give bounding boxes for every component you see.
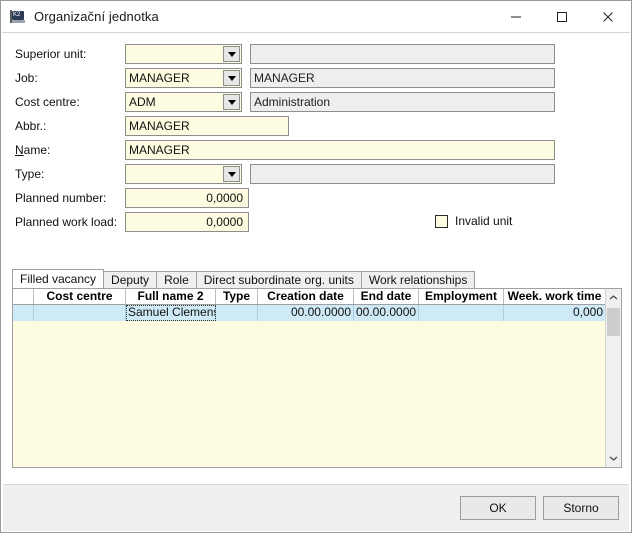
window-title: Organizační jednotka <box>34 9 159 24</box>
superior-unit-combo[interactable] <box>125 44 242 64</box>
label-planned-work-load: Planned work load: <box>15 215 118 229</box>
form-area: Superior unit: Job: MANAGER MANAGER Cost… <box>2 33 632 508</box>
table-row[interactable]: Samuel Clemens 00.00.0000 00.00.0000 0,0… <box>13 305 605 321</box>
abbr-input[interactable]: MANAGER <box>125 116 289 136</box>
label-type: Type: <box>15 167 45 181</box>
planned-number-input[interactable]: 0,0000 <box>125 188 249 208</box>
organizational-unit-window: Organizační jednotka Superior unit: <box>0 0 632 533</box>
window-controls <box>493 1 631 32</box>
chevron-down-icon[interactable] <box>223 70 240 86</box>
label-cost-centre: Cost centre: <box>15 95 80 109</box>
tab-deputy[interactable]: Deputy <box>103 271 158 288</box>
type-description <box>250 164 555 184</box>
tab-filled-vacancy[interactable]: Filled vacancy <box>12 269 105 288</box>
grid-cell-full-name[interactable]: Samuel Clemens <box>126 305 216 321</box>
label-superior-unit: Superior unit: <box>15 47 87 61</box>
grid-header-row: Cost centre Full name 2 Type Creation da… <box>13 289 605 305</box>
chevron-down-icon[interactable] <box>223 166 240 182</box>
grid-cell[interactable]: 00.00.0000 <box>258 305 354 321</box>
grid-header-cell[interactable]: Type <box>216 289 258 304</box>
chevron-up-icon[interactable] <box>606 289 621 306</box>
tab-bar: Filled vacancy Deputy Role Direct subord… <box>12 269 622 288</box>
name-input[interactable]: MANAGER <box>125 140 555 160</box>
filled-vacancy-grid[interactable]: Cost centre Full name 2 Type Creation da… <box>12 288 622 468</box>
k2-app-icon <box>10 9 26 25</box>
maximize-icon[interactable] <box>539 1 585 32</box>
grid-content: Cost centre Full name 2 Type Creation da… <box>13 289 605 467</box>
cost-centre-combo[interactable]: ADM <box>125 92 242 112</box>
dialog-footer: OK Storno <box>3 484 629 531</box>
label-abbr: Abbr.: <box>15 119 47 133</box>
cancel-button[interactable]: Storno <box>543 496 619 520</box>
grid-cell[interactable]: 0,000 <box>504 305 605 321</box>
job-combo[interactable]: MANAGER <box>125 68 242 88</box>
window-client-area: Superior unit: Job: MANAGER MANAGER Cost… <box>2 32 630 532</box>
type-combo[interactable] <box>125 164 242 184</box>
invalid-unit-label: Invalid unit <box>455 214 513 228</box>
label-planned-number: Planned number: <box>15 191 107 205</box>
close-icon[interactable] <box>585 1 631 32</box>
grid-cell[interactable]: 00.00.0000 <box>354 305 419 321</box>
chevron-down-icon[interactable] <box>223 94 240 110</box>
tab-direct-subordinate-org-units[interactable]: Direct subordinate org. units <box>195 271 362 288</box>
grid-cell[interactable] <box>34 305 126 321</box>
grid-header-cell[interactable]: Full name 2 <box>126 289 216 304</box>
job-description: MANAGER <box>250 68 555 88</box>
ok-button[interactable]: OK <box>460 496 536 520</box>
label-name: Name: <box>15 140 50 160</box>
grid-cell[interactable] <box>419 305 504 321</box>
invalid-unit-checkbox[interactable] <box>435 214 448 228</box>
grid-header-cell[interactable]: Employment <box>419 289 504 304</box>
job-value: MANAGER <box>129 71 190 85</box>
grid-vertical-scrollbar[interactable] <box>605 289 621 467</box>
name-label-accel: Name: <box>15 143 51 157</box>
tab-role[interactable]: Role <box>156 271 197 288</box>
grid-header-cell[interactable]: Week. work time <box>504 289 605 304</box>
tab-work-relationships[interactable]: Work relationships <box>360 271 476 288</box>
grid-header-cell[interactable]: Creation date <box>258 289 354 304</box>
grid-header-cell[interactable]: Cost centre <box>34 289 126 304</box>
grid-cell[interactable] <box>216 305 258 321</box>
superior-unit-description <box>250 44 555 64</box>
scrollbar-thumb[interactable] <box>607 308 620 336</box>
minimize-icon[interactable] <box>493 1 539 32</box>
grid-cell[interactable] <box>13 305 34 321</box>
grid-header-cell[interactable] <box>13 289 34 304</box>
grid-header-cell[interactable]: End date <box>354 289 419 304</box>
cost-centre-value: ADM <box>129 95 156 109</box>
invalid-unit-checkbox-row[interactable]: Invalid unit <box>435 213 512 229</box>
chevron-down-icon[interactable] <box>223 46 240 62</box>
superior-unit-value <box>126 45 223 63</box>
planned-work-load-input[interactable]: 0,0000 <box>125 212 249 232</box>
label-job: Job: <box>15 71 38 85</box>
chevron-down-icon[interactable] <box>606 450 621 467</box>
type-value <box>126 165 223 183</box>
title-bar: Organizační jednotka <box>1 1 631 32</box>
cost-centre-description: Administration <box>250 92 555 112</box>
